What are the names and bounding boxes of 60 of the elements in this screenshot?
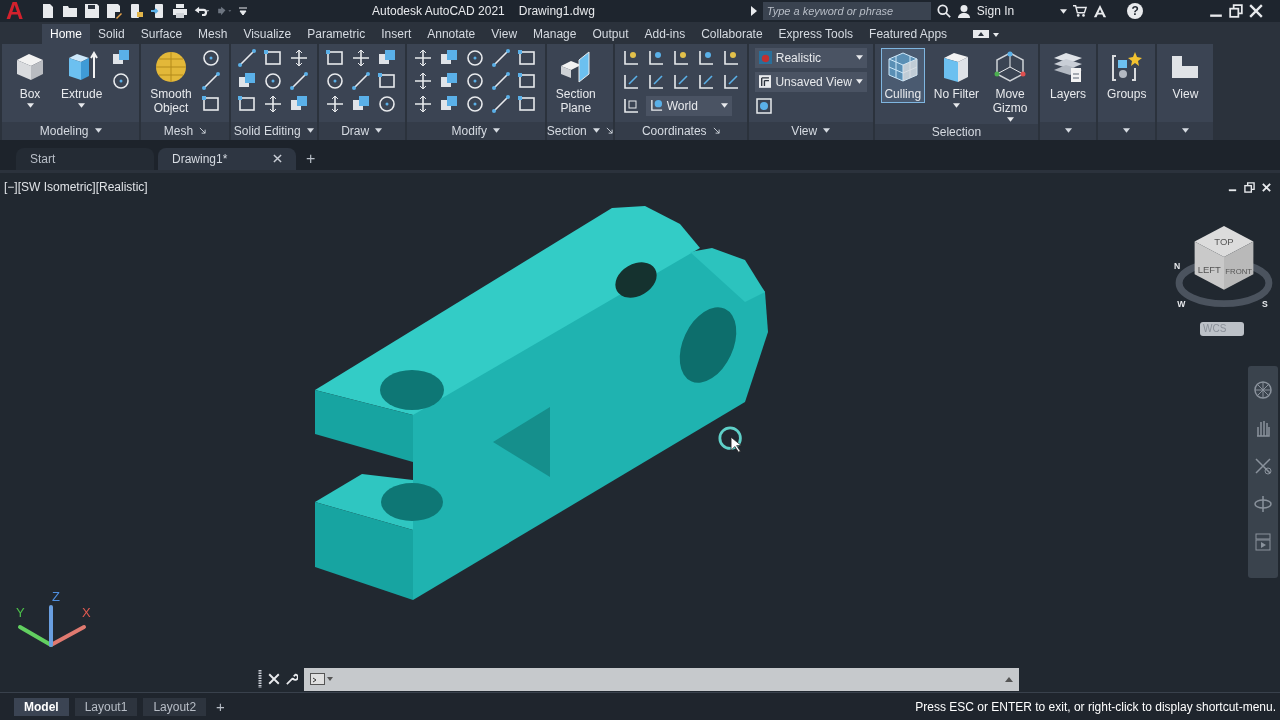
ribbon-tab[interactable]: Insert	[373, 23, 420, 44]
panel-title[interactable]: Coordinates	[641, 123, 707, 138]
ribbon-tab[interactable]: View	[483, 23, 526, 44]
ribbon-button[interactable]: Smooth Object	[147, 47, 195, 117]
layout-tab[interactable]: Model	[14, 697, 69, 716]
view-dropdown[interactable]: Unsaved View	[754, 71, 867, 92]
ucs-dropdown[interactable]: World	[645, 95, 732, 116]
ribbon-tab[interactable]: Visualize	[235, 23, 300, 44]
ribbon-button[interactable]: Culling	[880, 47, 925, 103]
axis-label: X	[82, 604, 91, 620]
cube-face-label: FRONT	[1225, 267, 1253, 277]
cube-face-label: LEFT	[1197, 263, 1221, 275]
panel-title[interactable]: Section	[546, 123, 587, 138]
axis-label: Y	[16, 604, 25, 620]
axis-label: Z	[52, 588, 60, 604]
panel-title[interactable]: Draw	[341, 123, 370, 138]
panel-title[interactable]: Mesh	[163, 123, 194, 138]
compass-label: W	[1177, 298, 1186, 309]
panel-title[interactable]: Selection	[931, 124, 982, 139]
ribbon-tab[interactable]: Parametric	[299, 23, 374, 44]
ribbon-tab[interactable]: Collaborate	[693, 23, 771, 44]
layout-tab[interactable]: Layout2	[143, 697, 207, 716]
ribbon-tab[interactable]: Output	[584, 23, 637, 44]
view-dropdown[interactable]: Realistic	[754, 47, 867, 68]
search-field[interactable]: Type a keyword or phrase	[762, 2, 931, 20]
viewport-label[interactable]: [−][SW Isometric][Realistic]	[4, 179, 148, 194]
new-tab-button[interactable]: +	[306, 147, 316, 170]
document-tab[interactable]: Drawing1*	[158, 147, 296, 170]
ribbon-button[interactable]: Groups	[1104, 47, 1150, 103]
ribbon-button[interactable]: Move Gizmo	[988, 47, 1033, 124]
ribbon-tab[interactable]: Solid	[90, 23, 133, 44]
panel-title[interactable]: Modeling	[39, 123, 89, 138]
ribbon-tab[interactable]: Home	[42, 23, 90, 44]
ribbon-tab[interactable]: Manage	[525, 23, 585, 44]
window-title: Autodesk AutoCAD 2021	[372, 4, 505, 18]
sign-in-link[interactable]: Sign In	[976, 4, 1015, 18]
panel-title[interactable]: Modify	[451, 123, 487, 138]
ribbon-tab[interactable]: Mesh	[190, 23, 236, 44]
panel-title[interactable]: Solid Editing	[233, 123, 301, 138]
ribbon-button[interactable]: Box	[8, 47, 52, 110]
ribbon-tab[interactable]: Annotate	[419, 23, 484, 44]
ribbon-button[interactable]: Layers	[1046, 47, 1091, 103]
ribbon-tab[interactable]: Featured Apps	[861, 23, 956, 44]
document-tab[interactable]: Start	[16, 147, 154, 170]
cube-face-label: TOP	[1214, 235, 1234, 247]
compass-label: N	[1173, 260, 1181, 271]
new-layout-button[interactable]: +	[216, 698, 225, 716]
help-button[interactable]: ?	[1127, 3, 1144, 19]
status-message: Press ESC or ENTER to exit, or right-click to display shortcut-menu.	[915, 699, 1276, 714]
ribbon-tab[interactable]: Surface	[132, 23, 191, 44]
ribbon-button[interactable]: No Filter	[930, 47, 983, 110]
compass-label: S	[1262, 298, 1268, 309]
ribbon-button[interactable]: Extrude	[58, 47, 106, 110]
ribbon-tab[interactable]: Add-ins	[636, 23, 694, 44]
ribbon-tab[interactable]: Express Tools	[770, 23, 862, 44]
file-name: Drawing1.dwg	[518, 4, 595, 18]
ribbon-button[interactable]: Section Plane	[552, 47, 599, 117]
panel-title[interactable]: View	[791, 123, 818, 138]
ribbon-button[interactable]: View	[1163, 47, 1208, 103]
layout-tab[interactable]: Layout1	[74, 697, 138, 716]
